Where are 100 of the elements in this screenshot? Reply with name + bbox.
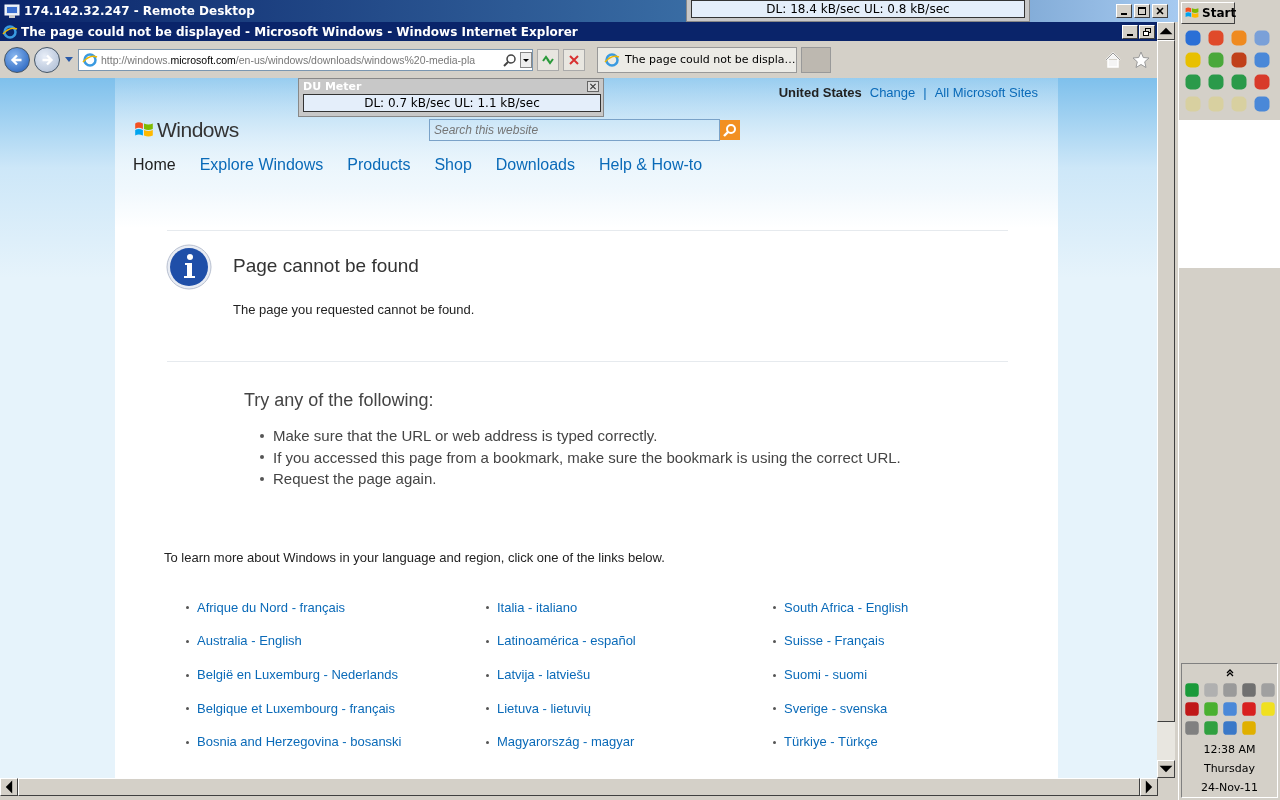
bullet-icon bbox=[773, 707, 776, 711]
bullet-icon bbox=[260, 476, 264, 481]
region-link[interactable]: South Africa - English bbox=[784, 599, 909, 617]
tray-icon[interactable] bbox=[1258, 681, 1277, 699]
caret-icon[interactable] bbox=[64, 56, 74, 63]
region-link[interactable]: Latinoamérica - español bbox=[497, 633, 636, 650]
maximize-button[interactable] bbox=[1134, 4, 1150, 18]
region-link[interactable]: Türkiye - Türkçe bbox=[784, 734, 878, 751]
tray-icon[interactable] bbox=[1239, 700, 1258, 718]
bullet-icon bbox=[486, 673, 489, 677]
nav-link[interactable]: Help & How-to bbox=[598, 156, 703, 174]
search-icon[interactable] bbox=[503, 52, 517, 67]
home-icon[interactable] bbox=[1104, 50, 1122, 69]
suggestion-text: Request the page again. bbox=[273, 469, 437, 489]
bullet-icon bbox=[260, 433, 264, 438]
app-icon[interactable] bbox=[1183, 72, 1203, 92]
meter-reading: DL: 18.4 kB/sec UL: 0.8 kB/sec bbox=[691, 0, 1025, 18]
star-icon[interactable] bbox=[1132, 50, 1150, 69]
close-icon bbox=[589, 83, 597, 90]
bullet-icon bbox=[773, 741, 776, 745]
region-link[interactable]: Sverige - svenska bbox=[784, 700, 888, 718]
region-link[interactable]: België en Luxemburg - Nederlands bbox=[197, 666, 398, 684]
tray-icon[interactable] bbox=[1182, 719, 1201, 737]
search-icon bbox=[723, 123, 737, 137]
minimize-icon bbox=[1121, 13, 1127, 15]
stop-button[interactable] bbox=[563, 48, 585, 71]
app-icon[interactable] bbox=[1252, 28, 1272, 48]
minimize-button[interactable] bbox=[1122, 24, 1138, 39]
minimize-icon bbox=[1127, 33, 1133, 36]
tray-icon[interactable] bbox=[1182, 681, 1201, 699]
region-link[interactable]: Suomi - suomi bbox=[784, 666, 868, 684]
clock-time: 12:38 AM bbox=[1203, 742, 1256, 758]
forward-button[interactable] bbox=[34, 46, 60, 73]
app-icon[interactable] bbox=[1252, 72, 1272, 92]
bullet-icon bbox=[260, 455, 264, 460]
bullet-icon bbox=[486, 640, 489, 644]
region-link[interactable]: Belgique et Luxembourg - français bbox=[197, 700, 395, 718]
bullet-icon bbox=[186, 707, 189, 711]
close-icon bbox=[1154, 6, 1166, 16]
clock-date: 24-Nov-11 bbox=[1200, 780, 1259, 796]
nav-link[interactable]: Downloads bbox=[495, 156, 575, 174]
bullet-icon bbox=[486, 707, 489, 711]
region-link[interactable]: Afrique du Nord - français bbox=[197, 599, 346, 617]
meter-reading: DL: 0.7 kB/sec UL: 1.1 kB/sec bbox=[303, 94, 601, 112]
app-icon[interactable] bbox=[1206, 72, 1226, 92]
region-link[interactable]: Suisse - Français bbox=[784, 633, 885, 650]
nav-link[interactable]: Home bbox=[133, 156, 176, 174]
browser-tab[interactable]: The page could not be displa… bbox=[597, 46, 797, 73]
new-tab-button[interactable] bbox=[801, 46, 831, 73]
suggestions-heading: Try any of the following: bbox=[244, 390, 434, 410]
browser-icon bbox=[604, 51, 620, 68]
nav-link[interactable]: Shop bbox=[434, 156, 472, 174]
tray-icon[interactable] bbox=[1201, 700, 1220, 718]
dropdown-icon[interactable] bbox=[520, 51, 532, 68]
tray-icon[interactable] bbox=[1220, 719, 1239, 737]
tab-label: The page could not be displa… bbox=[625, 53, 796, 66]
tray-icon[interactable] bbox=[1220, 700, 1239, 718]
locale-label: United States bbox=[778, 85, 862, 100]
app-icon[interactable] bbox=[1183, 28, 1203, 48]
bullet-icon bbox=[486, 741, 489, 745]
error-title: Page cannot be found bbox=[233, 255, 420, 277]
nav-link[interactable]: Products bbox=[347, 156, 411, 174]
refresh-button[interactable] bbox=[537, 48, 559, 71]
region-link[interactable]: Bosnia and Herzegovina - bosanski bbox=[197, 734, 402, 751]
region-link[interactable]: Australia - English bbox=[197, 633, 302, 650]
chevron-up-icon[interactable] bbox=[1224, 668, 1235, 678]
app-icon[interactable] bbox=[1252, 94, 1272, 114]
bullet-icon bbox=[773, 640, 776, 644]
back-button[interactable] bbox=[4, 46, 30, 73]
change-link[interactable]: Change bbox=[869, 85, 916, 100]
all-sites-link[interactable]: All Microsoft Sites bbox=[934, 85, 1038, 100]
minimize-button[interactable] bbox=[1116, 4, 1132, 18]
address-bar[interactable]: http://windows.microsoft.com/en-us/windows/downloads/windows%20-media-pla bbox=[78, 48, 533, 71]
browser-icon bbox=[82, 51, 98, 68]
window-title: 174.142.32.247 - Remote Desktop bbox=[24, 4, 255, 18]
region-link[interactable]: Italia - italiano bbox=[497, 599, 578, 617]
app-icon[interactable] bbox=[1252, 50, 1272, 70]
suggestion-text: If you accessed this page from a bookmark, make sure the bookmark is using the correct URL. bbox=[273, 447, 901, 468]
search-button[interactable] bbox=[720, 120, 740, 140]
app-icon[interactable] bbox=[1229, 28, 1249, 48]
restore-button[interactable] bbox=[1139, 24, 1155, 39]
bullet-icon bbox=[186, 606, 189, 610]
app-icon[interactable] bbox=[1229, 72, 1249, 92]
nav-link[interactable]: Explore Windows bbox=[199, 156, 324, 174]
search-field[interactable]: Search this website bbox=[429, 119, 720, 141]
tray-icon[interactable] bbox=[1201, 719, 1220, 737]
scroll-up-icon bbox=[1157, 22, 1175, 40]
flag-logo-icon bbox=[1184, 5, 1200, 21]
bullet-icon bbox=[186, 673, 189, 677]
bullet-icon bbox=[773, 606, 776, 610]
app-icon[interactable] bbox=[1229, 50, 1249, 70]
app-icon[interactable] bbox=[1206, 50, 1226, 70]
region-link[interactable]: Latvija - latviešu bbox=[497, 666, 591, 684]
region-link[interactable]: Lietuva - lietuvių bbox=[497, 700, 591, 718]
app-icon[interactable] bbox=[1206, 28, 1226, 48]
maximize-icon bbox=[1136, 6, 1148, 16]
bullet-icon bbox=[186, 640, 189, 644]
tray-icon[interactable] bbox=[1182, 700, 1201, 718]
region-link[interactable]: Magyarország - magyar bbox=[497, 734, 635, 751]
error-message: The page you requested cannot be found. bbox=[233, 302, 475, 317]
